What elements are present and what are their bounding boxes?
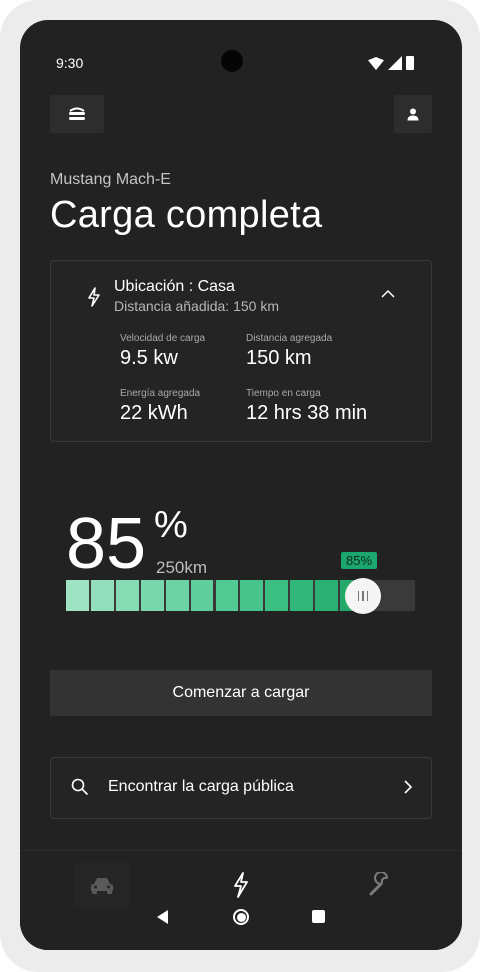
wifi-icon xyxy=(368,57,384,70)
charge-summary-card: Ubicación : Casa Distancia añadida: 150 … xyxy=(50,260,432,442)
start-charging-button[interactable]: Comenzar a cargar xyxy=(50,670,432,716)
slider-fill-segment xyxy=(215,580,239,611)
charge-limit-slider[interactable]: 85% xyxy=(66,552,415,614)
slider-thumb[interactable] xyxy=(345,578,381,614)
system-back-button[interactable] xyxy=(157,910,168,924)
stat-label-charge-speed: Velocidad de carga xyxy=(120,333,206,344)
front-camera xyxy=(221,50,243,72)
system-home-button[interactable] xyxy=(233,909,249,925)
find-public-charging-label: Encontrar la carga pública xyxy=(108,778,294,795)
chevron-right-icon xyxy=(404,780,413,794)
stat-value-charge-speed: 9.5 kw xyxy=(120,347,178,369)
chevron-up-icon[interactable] xyxy=(381,289,395,298)
stat-label-energy-added: Energía agregada xyxy=(120,388,201,399)
slider-value-badge: 85% xyxy=(341,552,378,569)
slider-fill-segment xyxy=(190,580,214,611)
search-icon xyxy=(71,778,89,796)
stat-value-energy-added: 22 kWh xyxy=(120,402,188,424)
battery-range: 250km xyxy=(156,558,208,577)
slider-fill-segment xyxy=(290,580,314,611)
status-time: 9:30 xyxy=(56,55,84,71)
stat-value-distance-added: 150 km xyxy=(246,347,312,369)
stat-label-charge-time: Tiempo en carga xyxy=(246,388,321,399)
stat-value-charge-time: 12 hrs 38 min xyxy=(246,402,368,424)
slider-fill-segment xyxy=(90,580,114,611)
vehicle-menu-button[interactable] xyxy=(50,95,104,133)
nav-charging[interactable] xyxy=(213,863,269,907)
grip-lines-icon xyxy=(357,591,369,601)
person-icon xyxy=(407,108,419,120)
slider-fill-segment xyxy=(315,580,339,611)
car-icon xyxy=(91,878,113,894)
bottom-navigation xyxy=(20,850,462,950)
distance-added-line: Distancia añadida: 150 km xyxy=(114,298,279,314)
battery-percent-sign: % xyxy=(154,504,188,546)
wrench-icon xyxy=(369,872,388,896)
slider-fill-segment xyxy=(115,580,139,611)
cell-signal-icon xyxy=(388,56,402,70)
page-title: Carga completa xyxy=(50,194,323,236)
charge-location: Ubicación : Casa xyxy=(114,278,235,295)
system-recents-button[interactable] xyxy=(312,910,325,923)
find-public-charging-button[interactable]: Encontrar la carga pública xyxy=(50,757,432,819)
nav-service[interactable] xyxy=(352,863,408,907)
car-front-icon xyxy=(69,107,85,120)
status-bar: 9:30 xyxy=(20,20,462,104)
lightning-bolt-icon xyxy=(88,287,100,307)
nav-vehicle[interactable] xyxy=(74,863,130,907)
slider-fill-segment xyxy=(66,580,89,611)
vehicle-name: Mustang Mach-E xyxy=(50,171,171,188)
status-icons xyxy=(368,56,414,70)
lightning-bolt-icon xyxy=(234,872,248,898)
phone-screen: 9:30 Mustang Mach-E Carga completa Ubica… xyxy=(20,20,462,950)
slider-fill-segment xyxy=(165,580,189,611)
stat-label-distance-added: Distancia agregada xyxy=(246,333,333,344)
slider-fill-segment xyxy=(140,580,164,611)
slider-fill-segment xyxy=(240,580,264,611)
profile-button[interactable] xyxy=(394,95,432,133)
battery-percent: 85 xyxy=(66,504,147,584)
slider-fill-segment xyxy=(265,580,289,611)
battery-icon xyxy=(406,56,414,70)
